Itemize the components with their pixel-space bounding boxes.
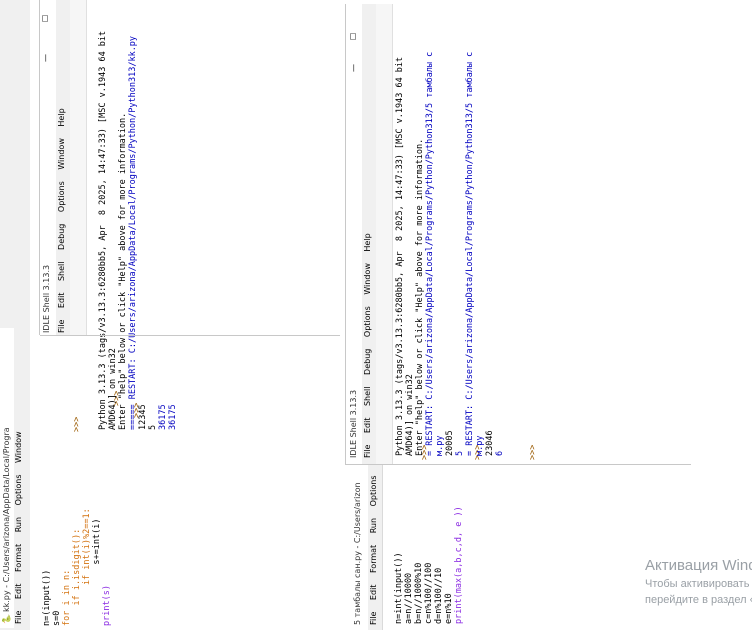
shell-title-2: IDLE Shell 3.13.3 bbox=[349, 389, 358, 458]
code-line: b=n//1000%10 bbox=[414, 562, 424, 624]
activation-title: Активация Windows bbox=[645, 557, 752, 574]
menu-format[interactable]: Format bbox=[369, 545, 378, 573]
code-line: n=(input()) bbox=[42, 569, 52, 626]
code-line: s=0 bbox=[52, 610, 62, 626]
menu-debug[interactable]: Debug bbox=[363, 349, 372, 375]
shell-output-2[interactable]: Python 3.13.3 (tags/v3.13.3:6280bb5, Apr… bbox=[385, 11, 535, 456]
menu-run[interactable]: Run bbox=[369, 518, 378, 533]
menu-help[interactable]: Help bbox=[363, 233, 372, 251]
editor-menu-2: File Edit Format Run Options bbox=[369, 467, 378, 626]
code-line: n=int(input()) bbox=[394, 552, 404, 624]
shell-line: Python 3.13.3 (tags/v3.13.3:6280bb5, Apr… bbox=[98, 30, 108, 430]
window-divider bbox=[40, 335, 340, 336]
menu-window[interactable]: Window bbox=[57, 138, 66, 170]
code-line: print(max(a,b,c,d, e )) bbox=[454, 506, 464, 624]
menu-help[interactable]: Help bbox=[57, 108, 66, 126]
menu-options[interactable]: Options bbox=[57, 181, 66, 212]
code-line: if i.isdigit(): bbox=[72, 528, 82, 626]
menu-edit[interactable]: Edit bbox=[57, 293, 66, 309]
activation-line-1: Чтобы активировать Windows, bbox=[645, 578, 752, 590]
shell-menu-2: File Edit Shell Debug Options Window Hel… bbox=[363, 224, 372, 458]
minimize-icon[interactable]: — bbox=[41, 54, 50, 62]
menu-window[interactable]: Window bbox=[363, 263, 372, 295]
editor-menubar: File Edit Format Run Options Window bbox=[14, 328, 28, 628]
shell-line: 5 bbox=[148, 424, 158, 430]
menu-edit[interactable]: Edit bbox=[363, 418, 372, 434]
activation-line-2: перейдите в раздел «Параметры». bbox=[645, 594, 752, 606]
shell-line: 20005 bbox=[445, 430, 455, 456]
idle-icon: 🐍 bbox=[2, 614, 11, 624]
editor-code-2[interactable]: n=int(input()) a=n//10000 b=n//1000%10 c=n%… bbox=[384, 474, 474, 624]
activation-watermark: Активация Windows Чтобы активировать Win… bbox=[645, 557, 752, 606]
shell-line: 6 bbox=[495, 450, 505, 456]
editor-title: kk.py - C:/Users/arizona/AppData/Local/P… bbox=[2, 427, 11, 612]
menu-edit[interactable]: Edit bbox=[369, 585, 378, 601]
shell-line: м.py bbox=[435, 435, 445, 456]
menu-edit[interactable]: Edit bbox=[14, 584, 23, 600]
shell-line: 36175 bbox=[168, 404, 178, 430]
editor-titlebar[interactable]: 🐍 kk.py - C:/Users/arizona/AppData/Local… bbox=[0, 328, 14, 628]
menu-options[interactable]: Options bbox=[14, 475, 23, 506]
shell-line: Python 3.13.3 (tags/v3.13.3:6280bb5, Apr… bbox=[395, 56, 405, 456]
maximize-icon[interactable]: ☐ bbox=[41, 15, 50, 22]
maximize-icon[interactable]: ☐ bbox=[349, 33, 358, 40]
menu-window[interactable]: Window bbox=[14, 431, 23, 463]
menu-debug[interactable]: Debug bbox=[57, 224, 66, 250]
prompt-gutter bbox=[70, 0, 87, 335]
menu-options[interactable]: Options bbox=[369, 476, 378, 507]
shell-line: 12345 bbox=[138, 404, 148, 430]
code-line: e=n%10 bbox=[444, 593, 454, 624]
code-line: c=n%100//100 bbox=[424, 562, 434, 624]
code-line: a=n//10000 bbox=[404, 572, 414, 624]
shell-menu: File Edit Shell Debug Options Window Hel… bbox=[57, 99, 66, 333]
menu-options[interactable]: Options bbox=[363, 306, 372, 337]
minimize-icon[interactable]: — bbox=[349, 64, 358, 72]
menu-run[interactable]: Run bbox=[14, 517, 23, 532]
code-line: for i in n: bbox=[62, 569, 72, 626]
shell-line: ===== RESTART: C:/Users/arizona/AppData/… bbox=[128, 35, 138, 430]
shell-output[interactable]: Python 3.13.3 (tags/v3.13.3:6280bb5, Apr… bbox=[88, 0, 188, 430]
menu-file[interactable]: File bbox=[14, 611, 23, 624]
menu-file[interactable]: File bbox=[57, 320, 66, 333]
shell-line: 23046 bbox=[485, 430, 495, 456]
menu-file[interactable]: File bbox=[369, 612, 378, 625]
shell-line: 36175 bbox=[158, 404, 168, 430]
shell-line: 5 bbox=[455, 450, 465, 456]
code-line: d=n%100//10 bbox=[434, 567, 444, 624]
editor-title-2: 5 тамбалы сан.py - C:/Users/arizon bbox=[353, 482, 362, 625]
shell-line: = RESTART: C:/Users/arizona/AppData/Loca… bbox=[425, 51, 435, 456]
shell-line: AMD64)] on win32 bbox=[405, 374, 415, 456]
shell-line: Enter "help" below or click "Help" above… bbox=[118, 112, 128, 430]
shell-line: AMD64)] on win32 bbox=[108, 348, 118, 430]
shell-line: м.py bbox=[475, 435, 485, 456]
shell-prompt: >>> bbox=[72, 416, 82, 432]
menu-shell[interactable]: Shell bbox=[57, 262, 66, 282]
menu-file[interactable]: File bbox=[363, 445, 372, 458]
shell-line: = RESTART: C:/Users/arizona/AppData/Loca… bbox=[465, 51, 475, 456]
menu-format[interactable]: Format bbox=[14, 544, 23, 572]
menu-shell[interactable]: Shell bbox=[363, 387, 372, 407]
shell-title: IDLE Shell 3.13.3 bbox=[42, 264, 51, 333]
shell-line: Enter "help" below or click "Help" above… bbox=[415, 138, 425, 456]
